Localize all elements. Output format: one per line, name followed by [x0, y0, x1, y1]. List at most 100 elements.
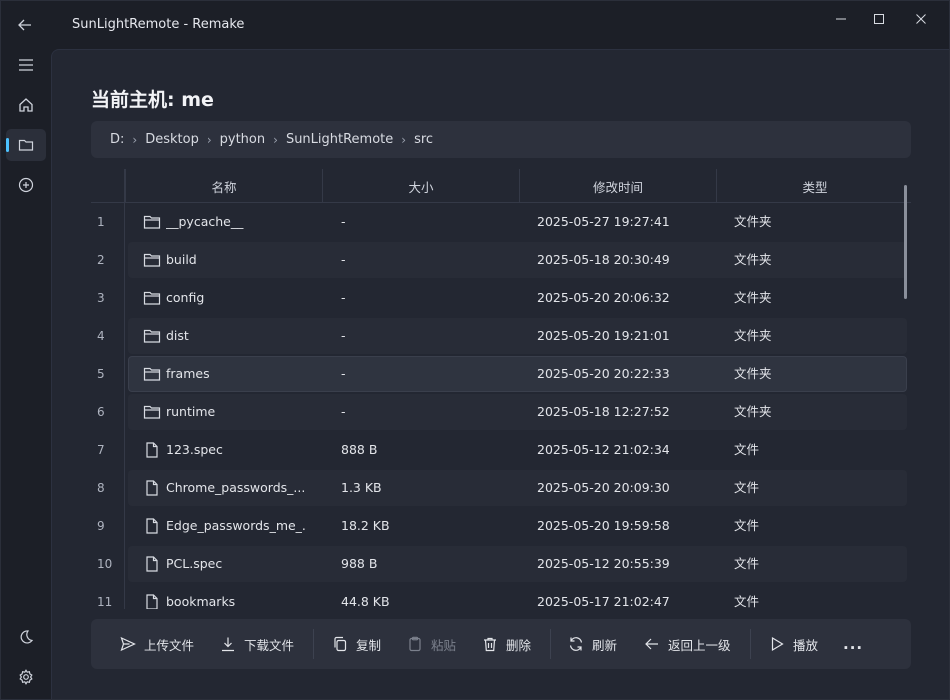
cell-name: dist	[166, 328, 189, 343]
arrow-left-icon	[645, 638, 658, 650]
nav-files-button[interactable]	[6, 129, 46, 161]
row-number: 1	[97, 215, 105, 229]
download-button[interactable]: 下载文件	[220, 628, 294, 660]
vertical-scrollbar[interactable]	[904, 185, 907, 299]
go-up-label: 返回上一级	[668, 637, 731, 653]
table-row[interactable]: 4 dist - 2025-05-20 19:21:01 文件夹	[91, 317, 911, 355]
home-icon	[19, 98, 33, 112]
table-row[interactable]: 9 Edge_passwords_me_... 18.2 KB 2025-05-20 …	[91, 507, 911, 545]
play-button[interactable]: 播放	[769, 628, 818, 660]
breadcrumb-item[interactable]: python	[220, 132, 265, 147]
page-title: 当前主机: me	[91, 89, 214, 111]
app-window: SunLightRemote - Remake 当前主机: me D: › De…	[0, 0, 950, 700]
nav-home-button[interactable]	[6, 89, 46, 121]
download-icon	[222, 637, 234, 652]
more-button[interactable]: ...	[843, 628, 863, 660]
cell-name: frames	[166, 366, 210, 381]
nav-menu-button[interactable]	[6, 49, 46, 81]
table-row[interactable]: 5 frames - 2025-05-20 20:22:33 文件夹	[91, 355, 911, 393]
row-number: 4	[97, 329, 105, 343]
cell-size: 888 B	[341, 442, 378, 457]
active-indicator	[6, 138, 9, 152]
cell-size: 1.3 KB	[341, 480, 382, 495]
folder-icon	[18, 139, 34, 151]
cell-name: config	[166, 290, 205, 305]
nav-theme-button[interactable]	[6, 621, 46, 653]
cell-type: 文件夹	[734, 404, 772, 419]
cell-size: 988 B	[341, 556, 378, 571]
table-row[interactable]: 2 build - 2025-05-18 20:30:49 文件夹	[91, 241, 911, 279]
column-header-size[interactable]: 大小	[322, 169, 519, 203]
nav-add-button[interactable]	[6, 169, 46, 201]
breadcrumb-item[interactable]: SunLightRemote	[286, 132, 393, 147]
table-row[interactable]: 3 config - 2025-05-20 20:06:32 文件夹	[91, 279, 911, 317]
folder-icon	[143, 290, 161, 306]
row-number: 9	[97, 519, 105, 533]
table-row[interactable]: 10 PCL.spec 988 B 2025-05-12 20:55:39 文件	[91, 545, 911, 583]
breadcrumb-item[interactable]: Desktop	[145, 132, 199, 147]
go-up-button[interactable]: 返回上一级	[644, 628, 731, 660]
minimize-button[interactable]	[825, 9, 857, 29]
action-toolbar: 上传文件 下载文件 复制 粘贴 删除 刷新 返回上一级 播放 ...	[91, 619, 911, 669]
cell-name: Chrome_passwords_...	[166, 480, 306, 495]
folder-icon	[143, 366, 161, 382]
cell-modified: 2025-05-20 20:09:30	[537, 480, 670, 495]
upload-button[interactable]: 上传文件	[120, 628, 194, 660]
cell-size: -	[341, 252, 346, 267]
close-icon	[916, 14, 926, 24]
column-header-name[interactable]: 名称	[125, 169, 322, 203]
row-number: 8	[97, 481, 105, 495]
cell-size: -	[341, 366, 346, 381]
breadcrumb-item[interactable]: D:	[110, 132, 124, 147]
breadcrumb: D: › Desktop › python › SunLightRemote ›…	[91, 121, 911, 158]
cell-modified: 2025-05-20 20:22:33	[537, 366, 670, 381]
table-row[interactable]: 7 123.spec 888 B 2025-05-12 21:02:34 文件	[91, 431, 911, 469]
cell-type: 文件	[734, 518, 760, 533]
cell-name: __pycache__	[166, 214, 244, 229]
row-number: 3	[97, 291, 105, 305]
chevron-right-icon: ›	[273, 132, 278, 147]
cell-modified: 2025-05-18 12:27:52	[537, 404, 670, 419]
copy-label: 复制	[356, 637, 382, 653]
table-row[interactable]: 8 Chrome_passwords_... 1.3 KB 2025-05-20 20…	[91, 469, 911, 507]
close-button[interactable]	[905, 9, 937, 29]
paste-button[interactable]: 粘贴	[407, 628, 456, 660]
trash-icon	[484, 637, 496, 652]
breadcrumb-item[interactable]: src	[414, 132, 433, 147]
copy-button[interactable]: 复制	[332, 628, 381, 660]
nav-rail	[1, 49, 51, 699]
file-icon	[143, 556, 161, 572]
play-label: 播放	[793, 637, 819, 653]
maximize-button[interactable]	[863, 9, 895, 29]
nav-settings-button[interactable]	[6, 661, 46, 693]
cell-type: 文件	[734, 442, 760, 457]
cell-name: 123.spec	[166, 442, 223, 457]
cell-modified: 2025-05-12 20:55:39	[537, 556, 670, 571]
paste-icon	[409, 636, 421, 652]
cell-modified: 2025-05-18 20:30:49	[537, 252, 670, 267]
refresh-button[interactable]: 刷新	[568, 628, 617, 660]
table-row[interactable]: 11 bookmarks 44.8 KB 2025-05-17 21:02:47 文件	[91, 583, 911, 609]
table-row[interactable]: 6 runtime - 2025-05-18 12:27:52 文件夹	[91, 393, 911, 431]
cell-name: PCL.spec	[166, 556, 223, 571]
cell-type: 文件	[734, 480, 760, 495]
cell-modified: 2025-05-20 19:21:01	[537, 328, 670, 343]
column-header-modified[interactable]: 修改时间	[519, 169, 716, 203]
cell-modified: 2025-05-27 19:27:41	[537, 214, 670, 229]
delete-button[interactable]: 删除	[482, 628, 531, 660]
column-header-type[interactable]: 类型	[716, 169, 911, 203]
chevron-right-icon: ›	[206, 132, 212, 147]
cell-modified: 2025-05-20 19:59:58	[537, 518, 670, 533]
row-number: 10	[97, 557, 113, 571]
row-number: 7	[97, 443, 105, 457]
cell-type: 文件夹	[734, 328, 772, 343]
table-row[interactable]: 1 __pycache__ - 2025-05-27 19:27:41 文件夹	[91, 203, 911, 241]
cell-name: bookmarks	[166, 594, 236, 609]
cell-type: 文件夹	[734, 366, 772, 381]
back-button[interactable]	[11, 11, 39, 39]
paste-label: 粘贴	[431, 637, 457, 653]
file-icon	[143, 442, 161, 458]
table-header: 名称 大小 修改时间 类型	[91, 169, 911, 203]
app-title: SunLightRemote - Remake	[72, 17, 245, 32]
cell-type: 文件夹	[734, 290, 772, 305]
